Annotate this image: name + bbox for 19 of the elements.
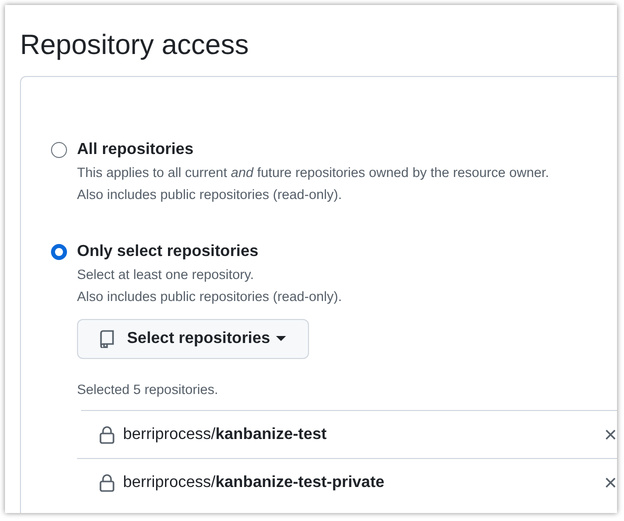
repository-name: berriprocess/kanbanize-test-private — [123, 472, 384, 492]
remove-button[interactable]: × — [604, 424, 617, 446]
page-title: Repository access — [20, 28, 249, 62]
lock-icon — [99, 474, 115, 492]
option-description: Also includes public repositories (read-only). — [77, 186, 343, 204]
remove-button[interactable]: × — [604, 472, 617, 494]
select-repositories-button[interactable]: Select repositories — [77, 319, 309, 359]
repository-icon — [99, 330, 115, 348]
option-description: This applies to all current and future repositories owned by the resource owner. — [77, 164, 550, 182]
radio-button[interactable] — [51, 244, 67, 260]
radio-button[interactable] — [51, 142, 67, 158]
caret-icon — [276, 336, 286, 342]
selection-count: Selected 5 repositories. — [77, 381, 220, 399]
option-description: Select at least one repository. — [77, 266, 255, 284]
option-description: Also includes public repositories (read-only). — [77, 288, 343, 306]
option-label[interactable]: Only select repositories — [77, 241, 617, 263]
option-label[interactable]: All repositories — [77, 139, 550, 161]
repository-name: berriprocess/kanbanize-test — [123, 424, 327, 444]
lock-icon — [99, 426, 115, 444]
